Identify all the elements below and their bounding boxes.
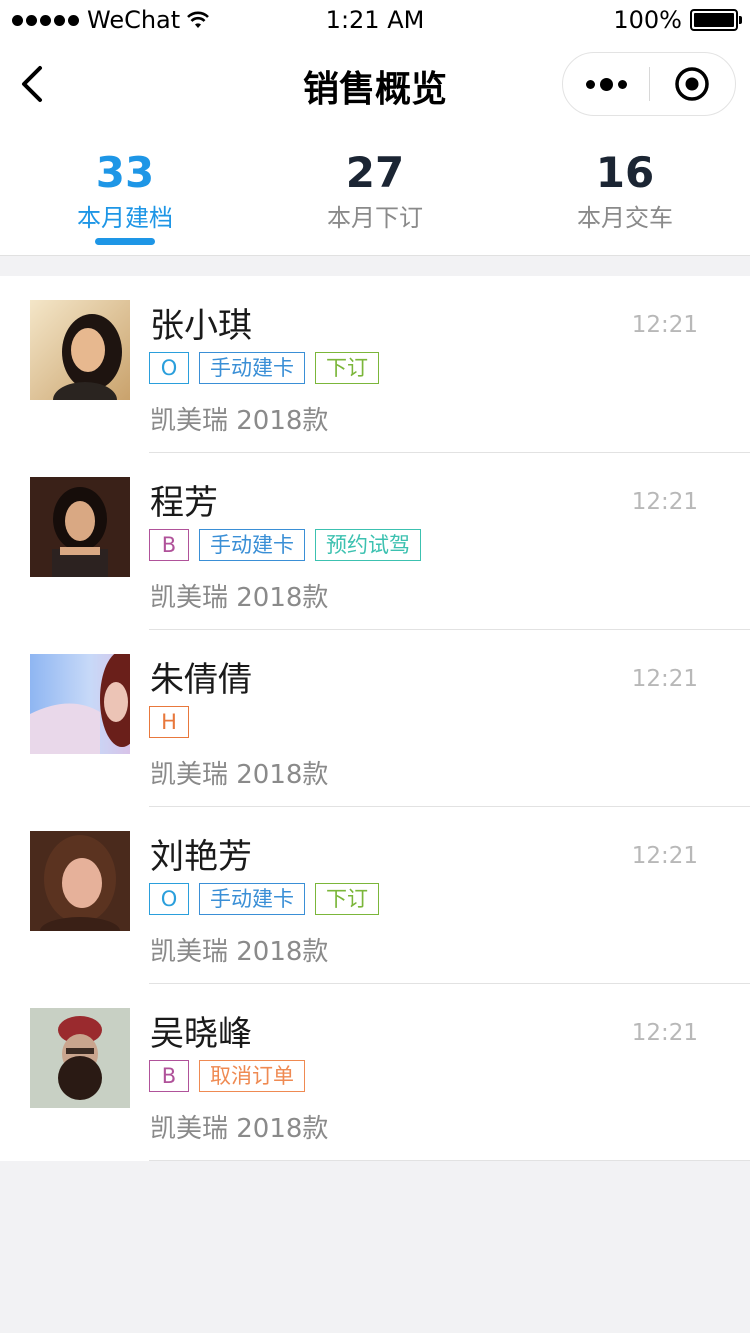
tag-list: H bbox=[149, 706, 189, 738]
avatar bbox=[30, 831, 130, 931]
more-dot-icon bbox=[599, 77, 613, 91]
status-tag: 预约试驾 bbox=[315, 529, 421, 561]
list-item[interactable]: 刘艳芳 12:21 O 手动建卡 下订 凯美瑞 2018款 bbox=[0, 807, 750, 984]
stat-number: 27 bbox=[345, 148, 405, 197]
status-tag: 取消订单 bbox=[199, 1060, 305, 1092]
source-tag: 手动建卡 bbox=[199, 883, 305, 915]
customer-name: 张小琪 bbox=[150, 306, 252, 346]
customer-name: 吴晓峰 bbox=[150, 1014, 252, 1054]
nav-bar: 销售概览 bbox=[0, 40, 750, 128]
active-tab-indicator bbox=[95, 238, 155, 245]
timestamp: 12:21 bbox=[631, 666, 698, 692]
stat-number: 16 bbox=[595, 148, 655, 197]
status-tag: 下订 bbox=[315, 352, 379, 384]
level-tag: B bbox=[149, 1060, 189, 1092]
source-tag: 手动建卡 bbox=[199, 352, 305, 384]
customer-name: 程芳 bbox=[150, 483, 218, 523]
list-item[interactable]: 朱倩倩 12:21 H 凯美瑞 2018款 bbox=[0, 630, 750, 807]
stats-tabs: 33 本月建档 27 本月下订 16 本月交车 bbox=[0, 128, 750, 256]
car-model: 凯美瑞 2018款 bbox=[150, 406, 329, 436]
stat-number: 33 bbox=[95, 148, 155, 197]
level-tag: B bbox=[149, 529, 189, 561]
status-bar: WeChat 1:21 AM 100% bbox=[0, 0, 750, 40]
customer-name: 朱倩倩 bbox=[150, 660, 252, 700]
avatar bbox=[30, 477, 130, 577]
tag-list: O 手动建卡 下订 bbox=[149, 883, 379, 915]
stat-label: 本月建档 bbox=[77, 204, 173, 232]
avatar bbox=[30, 300, 130, 400]
tab-monthly-delivered[interactable]: 16 本月交车 bbox=[500, 128, 750, 255]
level-tag: H bbox=[149, 706, 189, 738]
car-model: 凯美瑞 2018款 bbox=[150, 583, 329, 613]
customer-name: 刘艳芳 bbox=[150, 837, 252, 877]
status-tag: 下订 bbox=[315, 883, 379, 915]
timestamp: 12:21 bbox=[631, 1020, 698, 1046]
more-dot-icon bbox=[617, 79, 627, 89]
stat-label: 本月下订 bbox=[327, 204, 423, 232]
tag-list: O 手动建卡 下订 bbox=[149, 352, 379, 384]
list-item[interactable]: 张小琪 12:21 O 手动建卡 下订 凯美瑞 2018款 bbox=[0, 276, 750, 453]
stat-label: 本月交车 bbox=[577, 204, 673, 232]
level-tag: O bbox=[149, 883, 189, 915]
tab-monthly-filed[interactable]: 33 本月建档 bbox=[0, 128, 250, 255]
close-mini-program-button[interactable] bbox=[649, 53, 735, 115]
target-icon bbox=[675, 67, 709, 101]
timestamp: 12:21 bbox=[631, 843, 698, 869]
divider bbox=[149, 1160, 750, 1161]
avatar bbox=[30, 1008, 130, 1108]
car-model: 凯美瑞 2018款 bbox=[150, 937, 329, 967]
more-button[interactable] bbox=[563, 53, 649, 115]
mini-program-capsule bbox=[562, 52, 736, 116]
car-model: 凯美瑞 2018款 bbox=[150, 1114, 329, 1144]
timestamp: 12:21 bbox=[631, 489, 698, 515]
tag-list: B 手动建卡 预约试驾 bbox=[149, 529, 421, 561]
timestamp: 12:21 bbox=[631, 312, 698, 338]
tab-monthly-ordered[interactable]: 27 本月下订 bbox=[250, 128, 500, 255]
source-tag: 手动建卡 bbox=[199, 529, 305, 561]
customer-list: 张小琪 12:21 O 手动建卡 下订 凯美瑞 2018款 程芳 12:21 B… bbox=[0, 276, 750, 1161]
avatar bbox=[30, 654, 130, 754]
battery-icon bbox=[690, 9, 742, 31]
list-item[interactable]: 程芳 12:21 B 手动建卡 预约试驾 凯美瑞 2018款 bbox=[0, 453, 750, 630]
status-bar-right: 100% bbox=[613, 6, 742, 34]
more-dot-icon bbox=[585, 79, 595, 89]
level-tag: O bbox=[149, 352, 189, 384]
battery-percent: 100% bbox=[613, 6, 682, 34]
list-item[interactable]: 吴晓峰 12:21 B 取消订单 凯美瑞 2018款 bbox=[0, 984, 750, 1161]
car-model: 凯美瑞 2018款 bbox=[150, 760, 329, 790]
tag-list: B 取消订单 bbox=[149, 1060, 305, 1092]
